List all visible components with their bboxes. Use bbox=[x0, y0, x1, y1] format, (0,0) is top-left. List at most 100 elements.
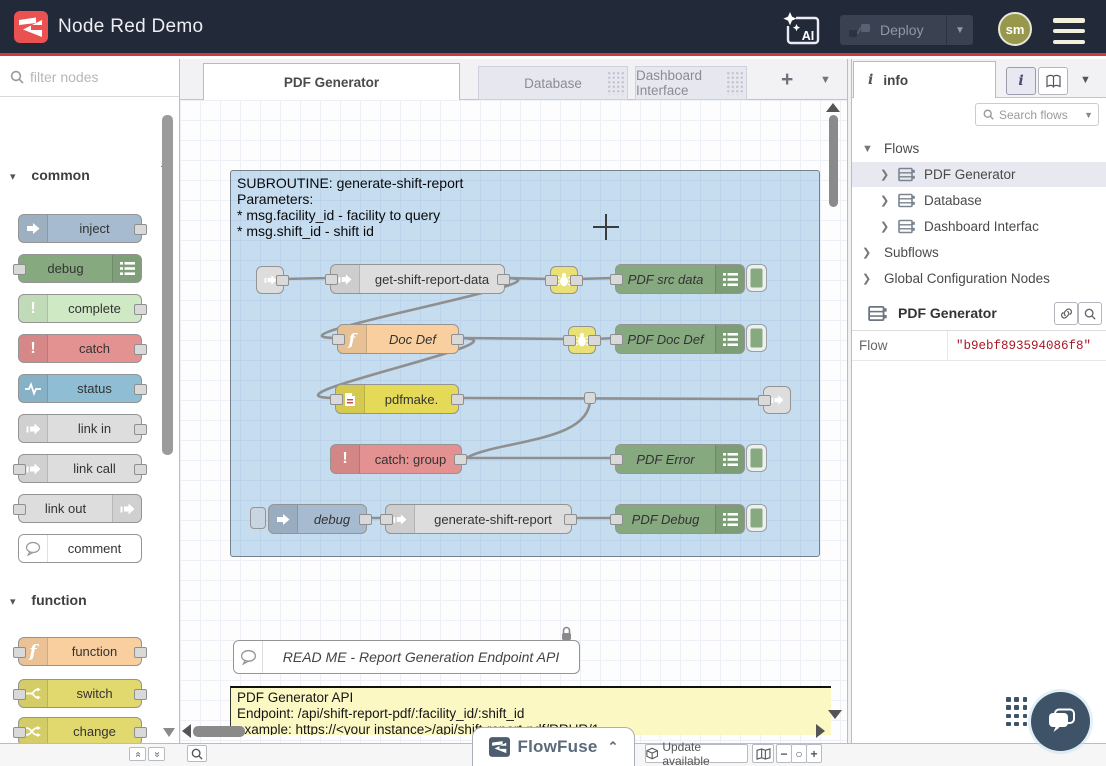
flow-icon bbox=[898, 193, 916, 208]
node-comment-readme[interactable]: READ ME - Report Generation Endpoint API bbox=[233, 640, 580, 674]
node-inject-debug[interactable]: debug bbox=[268, 504, 367, 534]
palette-node-complete[interactable]: ! complete bbox=[18, 294, 142, 323]
tree-global-config[interactable]: ❯ Global Configuration Nodes bbox=[852, 266, 1106, 291]
canvas-scroll-down-icon[interactable] bbox=[828, 710, 842, 719]
main-menu-button[interactable] bbox=[1053, 18, 1085, 44]
tab-pdf-generator[interactable]: PDF Generator bbox=[203, 63, 460, 100]
node-link-out[interactable] bbox=[763, 386, 791, 414]
info-i-icon: i bbox=[868, 72, 873, 88]
canvas-vscrollbar[interactable] bbox=[829, 115, 838, 207]
node-debug-bug-1[interactable] bbox=[550, 266, 578, 294]
node-pdf-error[interactable]: PDF Error bbox=[615, 444, 745, 474]
category-common[interactable]: ▾ common bbox=[10, 167, 90, 183]
palette-scrollbar[interactable] bbox=[162, 115, 173, 455]
add-tab-button[interactable]: + bbox=[781, 68, 793, 92]
tab-info[interactable]: i info bbox=[853, 61, 996, 98]
canvas-hscrollbar[interactable] bbox=[193, 726, 245, 737]
palette-node-link-in[interactable]: link in bbox=[18, 414, 142, 443]
palette-node-change[interactable]: change bbox=[18, 717, 142, 746]
toggle-navigator-button[interactable] bbox=[752, 744, 774, 763]
debug-toggle-button[interactable] bbox=[746, 324, 767, 352]
node-get-shift-report-data[interactable]: get-shift-report-data bbox=[330, 264, 505, 294]
debug-toggle-button[interactable] bbox=[746, 264, 767, 292]
info-panel-button[interactable]: i bbox=[1006, 67, 1036, 95]
palette-node-debug[interactable]: debug bbox=[18, 254, 142, 283]
search-flows-input[interactable]: Search flows ▼ bbox=[975, 103, 1099, 126]
ai-assistant-button[interactable]: AI bbox=[780, 11, 822, 49]
copy-link-button[interactable] bbox=[1054, 302, 1078, 325]
node-pdf-doc-def[interactable]: PDF Doc Def bbox=[615, 324, 745, 354]
zoom-in-button[interactable]: + bbox=[806, 744, 822, 763]
node-generate-shift-report[interactable]: generate-shift-report bbox=[385, 504, 572, 534]
tab-database[interactable]: Database bbox=[478, 66, 628, 100]
node-doc-def[interactable]: f Doc Def bbox=[337, 324, 459, 354]
palette-filter[interactable]: filter nodes bbox=[0, 59, 179, 97]
link-arrow-icon bbox=[112, 495, 141, 522]
node-pdfmake[interactable]: pdfmake. bbox=[335, 384, 459, 414]
search-node-button[interactable] bbox=[1078, 302, 1102, 325]
node-catch-group[interactable]: ! catch: group bbox=[330, 444, 462, 474]
palette-node-inject[interactable]: inject bbox=[18, 214, 142, 243]
tree-item-pdf-generator[interactable]: ❯ PDF Generator bbox=[852, 162, 1106, 187]
node-link-in[interactable] bbox=[256, 266, 284, 294]
wire-junction[interactable] bbox=[584, 392, 596, 404]
node-pdf-src-data[interactable]: PDF src data bbox=[615, 264, 745, 294]
flow-canvas[interactable]: SUBROUTINE: generate-shift-reportParamet… bbox=[180, 100, 847, 743]
flow-icon bbox=[898, 219, 916, 234]
deploy-dropdown[interactable]: ▼ bbox=[946, 15, 973, 45]
palette-node-comment[interactable]: comment bbox=[18, 534, 142, 563]
inject-trigger-button[interactable] bbox=[250, 507, 266, 529]
palette-expand-all-button[interactable]: » bbox=[148, 747, 165, 761]
palette: filter nodes ▾ common inject debug ! com… bbox=[0, 59, 180, 743]
drag-dots-icon[interactable] bbox=[1006, 697, 1028, 727]
tab-dashboard-interface[interactable]: Dashboard Interface bbox=[635, 66, 747, 100]
palette-node-switch[interactable]: switch bbox=[18, 679, 142, 708]
sidebar-menu-icon[interactable]: ▼ bbox=[1080, 74, 1091, 86]
flowfuse-logo bbox=[489, 737, 510, 757]
svg-text:AI: AI bbox=[802, 29, 815, 43]
palette-node-status[interactable]: status bbox=[18, 374, 142, 403]
category-function[interactable]: ▾ function bbox=[10, 592, 87, 608]
zoom-out-button[interactable]: − bbox=[776, 744, 792, 763]
chat-bubble-icon bbox=[1046, 708, 1076, 735]
flow-icon bbox=[898, 167, 916, 182]
canvas-scroll-up-icon[interactable] bbox=[826, 103, 840, 112]
debug-list-icon bbox=[715, 265, 744, 293]
chevron-up-icon: ⌃ bbox=[608, 739, 619, 755]
tree-item-dashboard-interface[interactable]: ❯ Dashboard Interfac bbox=[852, 214, 1106, 239]
help-panel-button[interactable] bbox=[1038, 67, 1068, 95]
comment-bubble-icon bbox=[234, 641, 263, 673]
tree-item-database[interactable]: ❯ Database bbox=[852, 188, 1106, 213]
deploy-node-icon bbox=[848, 22, 872, 38]
palette-scroll-down-icon[interactable] bbox=[163, 728, 175, 737]
tab-list-dropdown-icon[interactable]: ▼ bbox=[820, 74, 831, 86]
flowfuse-logo bbox=[14, 11, 48, 43]
palette-node-link-call[interactable]: link call bbox=[18, 454, 142, 483]
canvas-scroll-right-icon[interactable] bbox=[816, 724, 825, 738]
palette-collapse-all-button[interactable]: » bbox=[129, 747, 146, 761]
search-canvas-button[interactable] bbox=[187, 745, 207, 762]
deploy-button[interactable]: Deploy ▼ bbox=[840, 15, 973, 45]
node-debug-bug-2[interactable] bbox=[568, 326, 596, 354]
debug-toggle-button[interactable] bbox=[746, 504, 767, 532]
chat-widget-button[interactable] bbox=[1031, 692, 1090, 751]
canvas-scroll-left-icon[interactable] bbox=[182, 724, 191, 738]
palette-node-function[interactable]: f function bbox=[18, 637, 142, 666]
search-icon bbox=[983, 109, 994, 120]
flowfuse-banner[interactable]: FlowFuse ⌃ bbox=[472, 727, 635, 766]
zoom-reset-button[interactable]: ○ bbox=[791, 744, 807, 763]
sparkle-icon bbox=[783, 12, 796, 25]
exclamation-icon: ! bbox=[331, 445, 360, 473]
tree-subflows[interactable]: ❯ Subflows bbox=[852, 240, 1106, 265]
update-available-button[interactable]: Update available bbox=[645, 744, 748, 763]
detail-header: PDF Generator bbox=[852, 296, 1106, 331]
palette-node-catch[interactable]: ! catch bbox=[18, 334, 142, 363]
tree-flows[interactable]: ▼ Flows bbox=[852, 136, 1106, 161]
debug-toggle-button[interactable] bbox=[746, 444, 767, 472]
double-chevron-down-icon: » bbox=[151, 751, 162, 757]
search-icon bbox=[1084, 308, 1096, 320]
node-pdf-debug[interactable]: PDF Debug bbox=[615, 504, 745, 534]
debug-list-icon bbox=[715, 505, 744, 533]
avatar[interactable]: sm bbox=[998, 12, 1032, 46]
palette-node-link-out[interactable]: link out bbox=[18, 494, 142, 523]
